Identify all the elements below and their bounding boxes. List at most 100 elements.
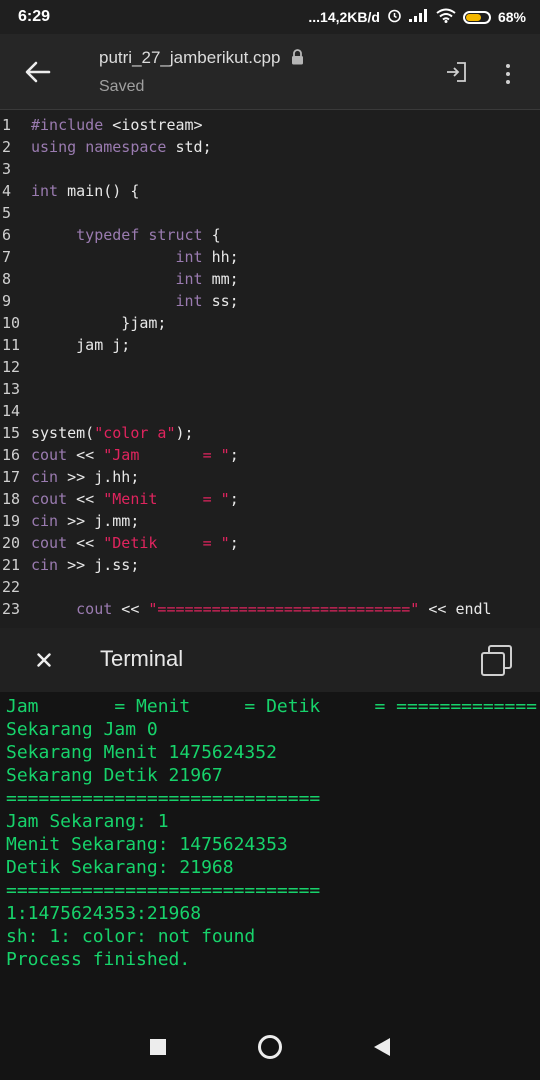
- keyword-token: #include: [31, 116, 104, 134]
- keyword-token: using: [31, 138, 77, 156]
- network-speed: ...14,2KB/d: [308, 9, 380, 25]
- code-token: jam j;: [31, 336, 131, 354]
- back-nav-button[interactable]: [364, 1014, 400, 1080]
- file-title: putri_27_jamberikut.cpp: [99, 48, 304, 70]
- back-arrow-icon: [25, 61, 51, 83]
- code-token: <iostream>: [103, 116, 203, 134]
- code-line[interactable]: 9 int ss;: [0, 290, 540, 312]
- code-line[interactable]: 3: [0, 158, 540, 180]
- keyword-token: struct: [148, 226, 203, 244]
- keyword-token: cin: [31, 512, 59, 530]
- lock-icon: [291, 49, 304, 70]
- code-token: >> j.ss;: [58, 556, 140, 574]
- terminal-header: Terminal: [0, 628, 540, 692]
- keyword-token: cin: [31, 468, 59, 486]
- line-number: 7: [2, 248, 12, 266]
- code-token: <<: [67, 534, 104, 552]
- code-line[interactable]: 4 int main() {: [0, 180, 540, 202]
- code-line[interactable]: 23 cout << "============================…: [0, 598, 540, 620]
- code-token: >> j.mm;: [58, 512, 140, 530]
- code-line[interactable]: 20 cout << "Detik = ";: [0, 532, 540, 554]
- code-line[interactable]: 15 system("color a");: [0, 422, 540, 444]
- terminal-line: Menit Sekarang: 1475624353: [6, 834, 288, 855]
- code-line[interactable]: 2 using namespace std;: [0, 136, 540, 158]
- string-token: "Detik = ": [103, 534, 230, 552]
- code-line[interactable]: 14: [0, 400, 540, 422]
- line-number: 15: [2, 424, 21, 442]
- keyword-token: cin: [31, 556, 59, 574]
- code-text: cin >> j.hh;: [31, 466, 139, 488]
- keyword-token: int: [175, 248, 203, 266]
- code-line[interactable]: 1 #include <iostream>: [0, 114, 540, 136]
- code-line[interactable]: 11 jam j;: [0, 334, 540, 356]
- terminal-line: Detik Sekarang: 21968: [6, 857, 234, 878]
- code-line[interactable]: 21 cin >> j.ss;: [0, 554, 540, 576]
- terminal-line: =============================: [6, 788, 321, 809]
- code-line[interactable]: 5: [0, 202, 540, 224]
- code-line[interactable]: 16 cout << "Jam = ";: [0, 444, 540, 466]
- close-terminal-button[interactable]: [30, 646, 58, 674]
- code-editor[interactable]: 1 #include <iostream> 2 using namespace std…: [0, 110, 540, 628]
- code-token: ss;: [202, 292, 239, 310]
- code-token: std;: [166, 138, 212, 156]
- terminal-line: Jam = Menit = Detik = =============: [6, 696, 538, 717]
- line-number: 2: [2, 138, 12, 156]
- code-text: cout << "Jam = ";: [31, 444, 239, 466]
- code-line[interactable]: 18 cout << "Menit = ";: [0, 488, 540, 510]
- code-token: main() {: [58, 182, 140, 200]
- line-number: 4: [2, 182, 12, 200]
- terminal-line: =============================: [6, 880, 321, 901]
- string-token: "Jam = ": [103, 446, 230, 464]
- code-text: cout << "Menit = ";: [31, 488, 239, 510]
- line-number: 9: [2, 292, 12, 310]
- back-button[interactable]: [18, 54, 58, 90]
- code-text: int main() {: [31, 180, 139, 202]
- code-line[interactable]: 6 typedef struct {: [0, 224, 540, 246]
- code-line[interactable]: 13: [0, 378, 540, 400]
- code-text: cout << "============================" <…: [31, 598, 491, 620]
- code-line[interactable]: 8 int mm;: [0, 268, 540, 290]
- line-number: 10: [2, 314, 21, 332]
- enter-button[interactable]: [444, 60, 472, 88]
- wifi-icon: [436, 8, 456, 26]
- line-number: 13: [2, 380, 21, 398]
- code-line[interactable]: 19 cin >> j.mm;: [0, 510, 540, 532]
- code-text: int mm;: [31, 268, 239, 290]
- more-vert-icon[interactable]: [496, 60, 520, 88]
- terminal-line: Sekarang Jam 0: [6, 719, 158, 740]
- code-token: mm;: [202, 270, 239, 288]
- terminal-line: Process finished.: [6, 949, 191, 970]
- code-token: hh;: [202, 248, 239, 266]
- line-number: 22: [2, 578, 21, 596]
- line-number: 23: [2, 600, 21, 618]
- keyword-token: typedef: [76, 226, 140, 244]
- line-number: 20: [2, 534, 21, 552]
- line-number: 12: [2, 358, 21, 376]
- terminal-output[interactable]: Jam = Menit = Detik = ============= Sekar…: [0, 692, 540, 1014]
- clock: 6:29: [18, 8, 51, 25]
- line-number: 3: [2, 160, 12, 178]
- file-name-text: putri_27_jamberikut.cpp: [99, 48, 281, 67]
- line-number: 1: [2, 116, 12, 134]
- code-line[interactable]: 10 }jam;: [0, 312, 540, 334]
- code-line[interactable]: 12: [0, 356, 540, 378]
- app-bar: putri_27_jamberikut.cpp Saved: [0, 34, 540, 110]
- recents-button[interactable]: [140, 1014, 176, 1080]
- terminal-line: Jam Sekarang: 1: [6, 811, 169, 832]
- signal-icon: [408, 9, 429, 25]
- home-button[interactable]: [252, 1014, 288, 1080]
- code-line[interactable]: 17 cin >> j.hh;: [0, 466, 540, 488]
- code-line[interactable]: 7 int hh;: [0, 246, 540, 268]
- line-number: 19: [2, 512, 21, 530]
- code-text: int ss;: [31, 290, 239, 312]
- code-text: system("color a");: [31, 422, 194, 444]
- code-line[interactable]: 22: [0, 576, 540, 598]
- code-text: jam j;: [31, 334, 130, 356]
- copy-output-button[interactable]: [480, 644, 514, 678]
- code-text: #include <iostream>: [31, 114, 203, 136]
- keyword-token: int: [175, 270, 203, 288]
